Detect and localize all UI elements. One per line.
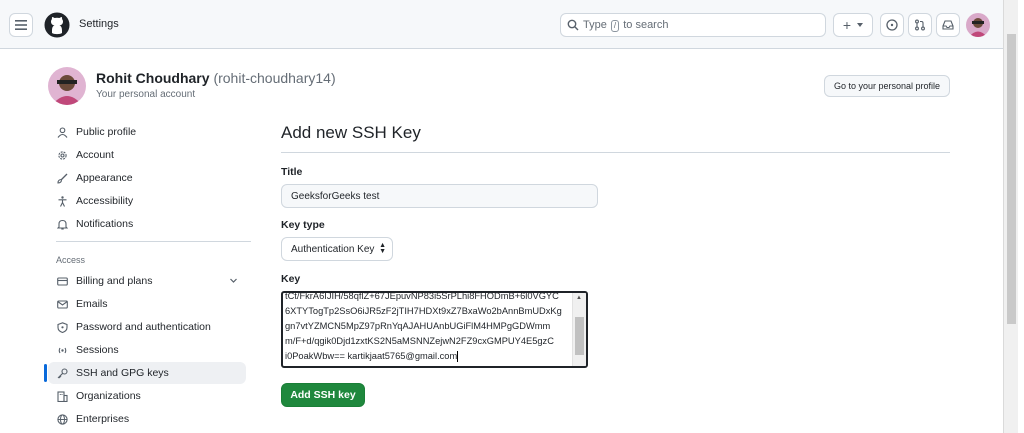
pull-requests-button[interactable] [908, 13, 932, 37]
person-icon [56, 126, 68, 138]
gear-icon [56, 149, 68, 161]
create-new-button[interactable]: + [833, 13, 873, 37]
key-line: i0PoakWbw== kartikjaat5765@gmail.com [285, 351, 458, 361]
background-page-edge [1018, 0, 1024, 433]
key-line-last: i0PoakWbw== kartikjaat5765@gmail.com [285, 349, 573, 364]
active-indicator [44, 364, 47, 382]
key-text: tCt/FkrA6IJIH/58qflZ+67JEpuvNP83i5SrPLhi… [285, 291, 573, 364]
key-line: tCt/FkrA6IJIH/58qflZ+67JEpuvNP83i5SrPLhi… [285, 291, 559, 301]
title-field-value: GeeksforGeeks test [291, 190, 380, 202]
issues-button[interactable] [880, 13, 904, 37]
scroll-up-icon: ▲ [576, 295, 582, 301]
key-type-select[interactable]: Authentication Key ▲ ▼ [281, 237, 393, 261]
globe-icon [56, 413, 68, 425]
scrollbar-thumb[interactable] [575, 317, 584, 355]
profile-avatar [48, 67, 86, 105]
text-cursor [457, 351, 459, 363]
sidebar-item-label: Emails [76, 298, 108, 310]
top-header: Settings Type / to search + [0, 0, 1003, 49]
sidebar-item-appearance[interactable]: Appearance [48, 167, 246, 189]
pull-request-icon [915, 19, 925, 31]
organization-icon [56, 390, 68, 402]
add-ssh-key-button[interactable]: Add SSH key [281, 383, 365, 407]
sidebar-item-ssh-gpg-keys[interactable]: SSH and GPG keys [48, 362, 246, 384]
sidebar-item-label: Account [76, 149, 114, 161]
page-title: Add new SSH Key [281, 123, 421, 142]
sidebar-item-organizations[interactable]: Organizations [48, 385, 246, 407]
plus-icon: + [842, 17, 852, 33]
sidebar-item-label: Organizations [76, 390, 141, 402]
sidebar-item-emails[interactable]: Emails [48, 293, 246, 315]
title-divider [281, 152, 950, 153]
avatar [966, 13, 990, 37]
credit-card-icon [56, 275, 68, 287]
paintbrush-icon [56, 172, 68, 184]
key-type-label: Key type [281, 219, 325, 231]
sidebar-section-heading: Access [56, 255, 86, 265]
title-field[interactable]: GeeksforGeeks test [281, 184, 598, 208]
window-scrollbar[interactable] [1003, 0, 1018, 433]
key-line: 6XTYTogTp2SsO6iJR5zF2jTIH7HDXt9xZ7BxaWo2… [285, 306, 562, 316]
inbox-icon [942, 20, 954, 30]
hamburger-icon [15, 20, 27, 30]
key-line: gn7vtYZMCN5MpZ97pRnYqAJAHUAnbUGiFlM4HMPg… [285, 321, 551, 331]
sidebar-item-public-profile[interactable]: Public profile [48, 121, 246, 143]
accessibility-icon [56, 195, 68, 207]
search-input[interactable]: Type / to search [560, 13, 826, 37]
sidebar-item-label: Public profile [76, 126, 137, 138]
key-line: m/F+d/qgik0Djd1zxtKS2N5aMSNNZejwN2FZ9cxG… [285, 336, 554, 346]
menu-button[interactable] [9, 13, 33, 37]
bell-icon [56, 218, 68, 230]
search-placeholder: Type / to search [583, 19, 669, 32]
caret-down-icon [857, 23, 864, 27]
sidebar-item-password[interactable]: Password and authentication [48, 316, 246, 338]
key-type-value: Authentication Key [291, 243, 375, 255]
sidebar-item-label: Billing and plans [76, 275, 153, 287]
sidebar-divider [56, 241, 251, 242]
inbox-button[interactable] [936, 13, 960, 37]
sidebar-item-label: Password and authentication [76, 321, 211, 333]
sidebar-item-enterprises[interactable]: Enterprises [48, 408, 246, 430]
sidebar-item-label: SSH and GPG keys [76, 367, 169, 379]
search-icon [567, 19, 579, 31]
issue-circle-icon [886, 19, 898, 31]
sidebar-item-account[interactable]: Account [48, 144, 246, 166]
search-shortcut-key: / [610, 20, 620, 32]
page-context-title[interactable]: Settings [79, 18, 119, 30]
profile-handle: (rohit-choudhary14) [213, 70, 336, 86]
sidebar-item-label: Enterprises [76, 413, 130, 425]
sidebar-item-sessions[interactable]: Sessions [48, 339, 246, 361]
sidebar-item-label: Appearance [76, 172, 133, 184]
sidebar-item-label: Notifications [76, 218, 134, 230]
sidebar-item-billing[interactable]: Billing and plans [48, 270, 246, 292]
profile-subtitle: Your personal account [96, 89, 196, 100]
mail-icon [56, 298, 68, 310]
profile-name: Rohit Choudhary (rohit-choudhary14) [96, 70, 336, 86]
sidebar-item-accessibility[interactable]: Accessibility [48, 190, 246, 212]
title-label: Title [281, 166, 303, 178]
chevron-down-icon [230, 278, 237, 283]
sidebar-item-label: Sessions [76, 344, 119, 356]
select-arrows-icon: ▲ ▼ [379, 242, 386, 255]
user-avatar-menu[interactable] [966, 13, 990, 37]
textarea-scrollbar[interactable]: ▲ [572, 293, 586, 366]
shield-lock-icon [56, 321, 68, 333]
sidebar-item-label: Accessibility [76, 195, 134, 207]
github-logo-icon[interactable] [44, 12, 70, 38]
broadcast-icon [56, 344, 68, 356]
avatar [48, 67, 86, 105]
sidebar-item-notifications[interactable]: Notifications [48, 213, 246, 235]
key-label: Key [281, 273, 301, 285]
window-scrollbar-thumb[interactable] [1007, 34, 1016, 324]
key-icon [56, 367, 68, 379]
go-to-profile-button[interactable]: Go to your personal profile [824, 75, 950, 97]
key-textarea[interactable]: tCt/FkrA6IJIH/58qflZ+67JEpuvNP83i5SrPLhi… [281, 291, 588, 368]
